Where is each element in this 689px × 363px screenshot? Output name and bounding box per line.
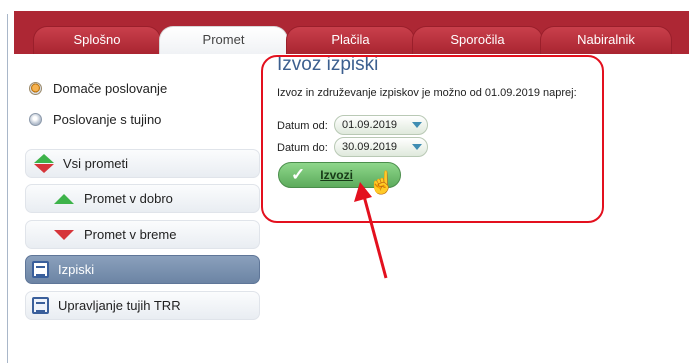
document-list-icon	[32, 297, 49, 314]
annotation-outline	[261, 55, 604, 223]
radio-foreign-label: Poslovanje s tujino	[53, 111, 162, 127]
sidebar-item-promet-v-breme[interactable]: Promet v breme	[25, 220, 260, 249]
document-list-icon	[32, 261, 49, 278]
up-down-arrows-icon	[34, 153, 54, 174]
annotation-arrow-icon	[354, 182, 388, 279]
tab-promet[interactable]: Promet	[159, 26, 288, 54]
green-up-arrow-icon	[54, 193, 74, 204]
banking-page: Splošno Promet Plačila Sporočila Nabiral…	[0, 0, 689, 363]
radio-domestic[interactable]: Domače poslovanje	[29, 78, 167, 98]
sidebar-item-label: Vsi prometi	[63, 156, 129, 171]
sidebar-item-label: Izpiski	[58, 262, 95, 277]
tab-splosno[interactable]: Splošno	[33, 26, 161, 54]
tab-nabiralnik[interactable]: Nabiralnik	[540, 26, 672, 54]
tab-sporocila[interactable]: Sporočila	[412, 26, 543, 54]
left-border	[7, 14, 8, 363]
radio-foreign[interactable]: Poslovanje s tujino	[29, 109, 161, 129]
sidebar-item-label: Upravljanje tujih TRR	[58, 298, 181, 313]
radio-checked-icon[interactable]	[29, 81, 42, 95]
red-down-arrow-icon	[54, 229, 74, 240]
sidebar-item-promet-v-dobro[interactable]: Promet v dobro	[25, 184, 260, 213]
sidebar-item-izpiski[interactable]: Izpiski	[25, 255, 260, 284]
radio-domestic-label: Domače poslovanje	[53, 80, 168, 96]
sidebar-item-label: Promet v dobro	[84, 191, 173, 206]
tabs: Splošno Promet Plačila Sporočila Nabiral…	[0, 11, 689, 54]
sidebar-item-upravljanje-tujih-trr[interactable]: Upravljanje tujih TRR	[25, 291, 260, 320]
tab-placila[interactable]: Plačila	[286, 26, 415, 54]
radio-unchecked-icon[interactable]	[29, 112, 42, 126]
sidebar-item-vsi-prometi[interactable]: Vsi prometi	[25, 149, 260, 178]
sidebar-item-label: Promet v breme	[84, 227, 177, 242]
